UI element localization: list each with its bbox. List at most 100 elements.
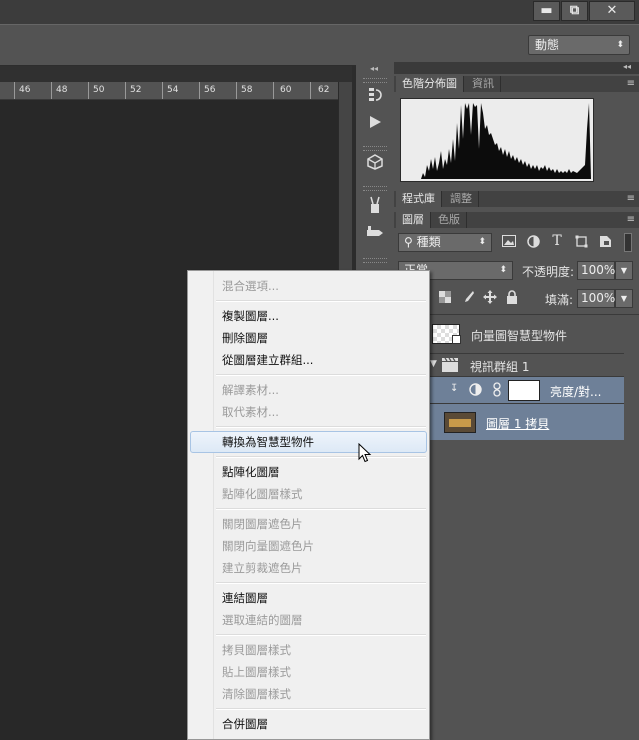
fill-label: 填滿: [545, 293, 574, 307]
chevron-updown-icon: ⬍ [616, 40, 624, 50]
menu-separator [216, 300, 426, 302]
tab-layers[interactable]: 圖層 [396, 212, 431, 228]
ruler-tick: 54 [167, 85, 179, 95]
grip-handle[interactable] [363, 146, 387, 151]
layer-thumbnail [444, 412, 476, 433]
menu-separator [216, 634, 426, 636]
menu-item-link-layers[interactable]: 連結圖層 [222, 588, 268, 608]
layer-name: 圖層 1 拷貝 [486, 417, 550, 431]
clipping-arrow-icon: ↧ [450, 383, 459, 394]
layer-context-menu: 混合選項... 複製圖層... 刪除圖層 從圖層建立群組... 解譯素材... … [187, 270, 430, 740]
mouse-cursor-icon [358, 442, 372, 466]
filter-toggle-switch[interactable] [624, 233, 632, 252]
layer-mask-thumbnail[interactable] [508, 380, 540, 401]
adjustment-filter-icon[interactable] [525, 235, 541, 252]
menu-separator [216, 374, 426, 376]
image-filter-icon[interactable] [501, 235, 517, 251]
menu-item-paste-layer-style[interactable]: 貼上圖層樣式 [222, 662, 291, 682]
lock-transparent-pixels-icon[interactable] [437, 291, 453, 307]
grip-handle[interactable] [363, 258, 387, 263]
workspace-select[interactable]: 動態 ⬍ [528, 35, 630, 55]
document-tab-strip [0, 66, 352, 82]
layer-filter-kind-select[interactable]: ⚲ 種類 ⬍ [398, 233, 492, 252]
panel-menu-icon[interactable]: ≡ [627, 76, 635, 92]
minimize-button[interactable]: ▬ [533, 1, 560, 21]
collapse-arrows-icon[interactable]: ◂◂ [623, 62, 631, 71]
panel-menu-icon[interactable]: ≡ [627, 212, 635, 228]
panel-menu-icon[interactable]: ≡ [627, 191, 635, 207]
menu-item-select-linked-layers[interactable]: 選取連結的圖層 [222, 610, 303, 630]
menu-separator [216, 426, 426, 428]
3d-cube-icon[interactable] [362, 154, 388, 176]
horizontal-ruler[interactable]: 46 48 50 52 54 56 58 60 62 [0, 82, 338, 100]
collapse-arrows-icon[interactable]: ◂◂ [370, 64, 378, 73]
lock-all-icon[interactable] [504, 290, 520, 308]
menu-item-duplicate-layer[interactable]: 複製圖層... [222, 306, 279, 326]
library-panel-tabs: 程式庫 調整 ≡ [394, 191, 639, 207]
fill-input[interactable]: 100% [577, 289, 615, 308]
ruler-tick: 60 [280, 85, 292, 95]
ruler-tick: 58 [241, 85, 253, 95]
menu-item-disable-layer-mask[interactable]: 關閉圖層遮色片 [222, 514, 303, 534]
close-button[interactable]: ✕ [589, 1, 635, 21]
menu-separator [216, 508, 426, 510]
expand-triangle-icon[interactable]: ▼ [430, 359, 437, 369]
tab-libraries[interactable]: 程式庫 [396, 191, 442, 207]
restore-button[interactable]: ⧉ [561, 1, 588, 21]
layer-name: 亮度/對... [550, 385, 602, 399]
tab-adjustments[interactable]: 調整 [444, 191, 479, 207]
lock-position-icon[interactable] [482, 290, 498, 308]
tab-channels[interactable]: 色版 [432, 212, 467, 228]
ruler-tick: 48 [56, 85, 68, 95]
smart-object-filter-icon[interactable] [597, 235, 613, 252]
video-group-icon [442, 357, 458, 375]
ruler-tick: 46 [19, 85, 31, 95]
opacity-input[interactable]: 100% [577, 261, 615, 280]
menu-item-create-clipping-mask[interactable]: 建立剪裁遮色片 [222, 558, 303, 578]
adjustment-layer-icon [469, 383, 482, 399]
menu-item-rasterize-layer-style[interactable]: 點陣化圖層樣式 [222, 484, 303, 504]
menu-item-disable-vector-mask[interactable]: 關閉向量圖遮色片 [222, 536, 314, 556]
menu-item-convert-to-smart-object[interactable]: 轉換為智慧型物件 [222, 432, 314, 452]
history-icon[interactable] [362, 86, 388, 108]
menu-separator [216, 708, 426, 710]
menu-item-blending-options[interactable]: 混合選項... [222, 276, 279, 296]
tool-presets-icon[interactable] [362, 224, 388, 246]
menu-item-replace-footage[interactable]: 取代素材... [222, 402, 279, 422]
ruler-tick: 50 [93, 85, 105, 95]
chevron-updown-icon: ⬍ [478, 237, 486, 247]
panel-header-strip: ◂◂ [394, 62, 639, 74]
menu-item-group-from-layers[interactable]: 從圖層建立群組... [222, 350, 313, 370]
brush-presets-icon[interactable] [362, 196, 388, 218]
fill-dropdown-button[interactable]: ▼ [615, 289, 633, 308]
ruler-tick: 56 [204, 85, 216, 95]
opacity-dropdown-button[interactable]: ▼ [615, 261, 633, 280]
filter-kind-label: ⚲ 種類 [404, 235, 441, 249]
layer-name: 視訊群組 1 [470, 360, 530, 374]
menu-item-interpret-footage[interactable]: 解譯素材... [222, 380, 279, 400]
grip-handle[interactable] [363, 78, 387, 83]
layers-panel-tabs: 圖層 色版 ≡ [394, 212, 639, 228]
menu-item-clear-layer-style[interactable]: 清除圖層樣式 [222, 684, 291, 704]
menu-item-delete-layer[interactable]: 刪除圖層 [222, 328, 268, 348]
ruler-tick: 62 [318, 85, 330, 95]
ruler-tick: 52 [130, 85, 142, 95]
menu-separator [216, 456, 426, 458]
menu-gutter [188, 271, 214, 739]
tab-histogram[interactable]: 色階分佈圖 [396, 76, 464, 92]
layer-name: 向量圖智慧型物件 [471, 329, 568, 343]
play-icon[interactable] [362, 114, 388, 136]
workspace-select-label: 動態 [535, 38, 560, 52]
shape-filter-icon[interactable] [573, 235, 589, 252]
menu-item-copy-layer-style[interactable]: 拷貝圖層樣式 [222, 640, 291, 660]
type-filter-icon[interactable]: T [549, 233, 565, 249]
lock-image-pixels-icon[interactable] [460, 290, 476, 308]
chevron-updown-icon: ⬍ [499, 265, 507, 275]
smart-object-badge-icon [452, 335, 461, 344]
tab-info[interactable]: 資訊 [466, 76, 501, 92]
menu-item-rasterize-layer[interactable]: 點陣化圖層 [222, 462, 280, 482]
menu-item-merge-layers[interactable]: 合併圖層 [222, 714, 268, 734]
menu-separator [216, 582, 426, 584]
grip-handle[interactable] [363, 186, 387, 191]
chain-link-icon[interactable] [493, 382, 501, 400]
